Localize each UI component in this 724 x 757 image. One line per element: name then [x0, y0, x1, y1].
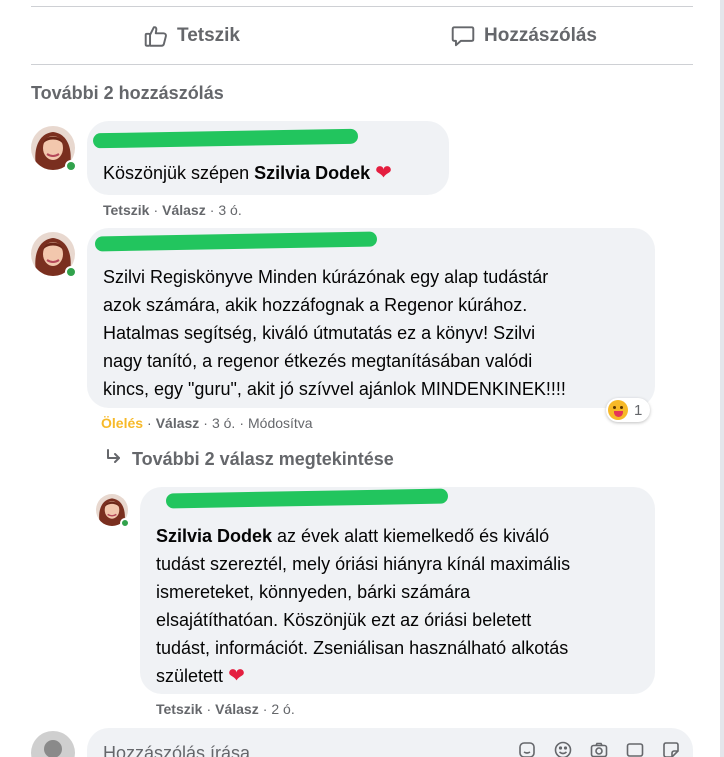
comment-bubble: Köszönjük szépen Szilvia Dodek ❤: [87, 121, 449, 195]
thumbs-up-icon: [143, 23, 169, 49]
like-button[interactable]: Tetszik: [143, 20, 240, 52]
avatar[interactable]: [31, 126, 77, 172]
online-status-dot: [65, 266, 77, 278]
like-label: Tetszik: [177, 25, 241, 46]
comment-text-part: Köszönjük szépen: [103, 163, 255, 183]
heart-icon: ❤: [228, 665, 245, 687]
separator-dot: ·: [206, 701, 212, 717]
comment-bubble: Szilvi Regiskönyve Minden kúrázónak egy …: [87, 228, 655, 408]
timestamp[interactable]: 3 ó.: [218, 202, 241, 218]
separator-dot: ·: [203, 415, 208, 431]
emoji-icon[interactable]: [553, 740, 573, 757]
reply-line: született ❤: [156, 662, 570, 690]
comment-input[interactable]: [103, 738, 483, 757]
separator-dot: ·: [262, 701, 268, 717]
gif-icon[interactable]: [625, 740, 645, 757]
separator-dot: ·: [153, 202, 159, 218]
reply-link[interactable]: Válasz: [215, 701, 259, 717]
composer-tools: [517, 740, 681, 757]
online-status-dot: [65, 160, 77, 172]
reply-text: Szilvia Dodek az évek alatt kiemelkedő é…: [156, 522, 570, 690]
comment-line: azok számára, akik hozzáfognak a Regenor…: [103, 295, 528, 315]
redacted-author-name: [92, 128, 359, 149]
top-divider: [31, 6, 693, 7]
avatar[interactable]: [31, 232, 77, 278]
comment-line: nagy tanító, a regenor étkezés megtanítá…: [103, 351, 533, 371]
actions-divider: [31, 64, 693, 65]
comment-line: Szilvi Regiskönyve Minden kúrázónak egy …: [103, 267, 549, 287]
separator-dot: ·: [209, 202, 215, 218]
reply-line: elsajátíthatóan. Köszönjük ezt az óriási…: [156, 610, 532, 630]
comment-text: Köszönjük szépen Szilvia Dodek ❤: [103, 159, 392, 187]
separator-dot: ·: [147, 415, 152, 431]
avatar-image: [31, 731, 75, 757]
reply-text-part: született: [156, 666, 224, 686]
comment-text: Szilvi Regiskönyve Minden kúrázónak egy …: [103, 263, 566, 403]
comment-button[interactable]: Hozzászólás: [450, 20, 597, 52]
current-user-avatar[interactable]: [31, 731, 75, 757]
comment-meta: Ölelés · Válasz · 3 ó. · Módosítva: [101, 415, 313, 431]
camera-icon[interactable]: [589, 740, 609, 757]
mention-link[interactable]: Szilvia Dodek: [156, 526, 272, 546]
comment-line: Hatalmas segítség, kiváló útmutatás ez a…: [103, 323, 536, 343]
reply-line: tudást, információt. Zseniálisan használ…: [156, 638, 569, 658]
react-link[interactable]: Ölelés: [101, 415, 143, 431]
reply-link[interactable]: Válasz: [156, 415, 200, 431]
react-link[interactable]: Tetszik: [156, 701, 202, 717]
reply-line: ismereteket, könnyeden, bárki számára: [156, 582, 471, 602]
reply-line: tudást szereztél, mely óriási hiányra kí…: [156, 554, 571, 574]
mention-link[interactable]: Szilvia Dodek: [254, 163, 370, 183]
heart-icon: ❤: [375, 162, 392, 184]
redacted-author-name: [165, 488, 449, 509]
edited-label[interactable]: Módosítva: [248, 415, 313, 431]
react-link[interactable]: Tetszik: [103, 202, 149, 218]
care-emoji-icon: [608, 400, 628, 420]
reply-line: Szilvia Dodek az évek alatt kiemelkedő é…: [156, 522, 570, 550]
view-replies-link[interactable]: További 2 válasz megtekintése: [104, 447, 394, 472]
reply-meta: Tetszik · Válasz · 2 ó.: [156, 701, 295, 717]
comment-icon: [450, 23, 476, 49]
comment-composer: [87, 728, 693, 757]
reaction-count-value: 1: [634, 401, 643, 419]
reply-link[interactable]: Válasz: [162, 202, 206, 218]
online-status-dot: [120, 518, 130, 528]
timestamp[interactable]: 3 ó.: [212, 415, 235, 431]
avatar[interactable]: [96, 494, 130, 528]
comment-label: Hozzászólás: [484, 25, 597, 46]
reply-bubble: Szilvia Dodek az évek alatt kiemelkedő é…: [140, 487, 655, 694]
comment-line: kincs, egy "guru", akit jó szívvel ajánl…: [103, 379, 566, 399]
sticker-face-icon[interactable]: [661, 740, 681, 757]
sticker-icon[interactable]: [517, 740, 537, 757]
reply-arrow-icon: [104, 447, 124, 472]
scrollbar-track[interactable]: [720, 0, 724, 757]
reaction-count[interactable]: 1: [606, 398, 651, 422]
more-comments-link[interactable]: További 2 hozzászólás: [31, 83, 224, 104]
reply-text-part: az évek alatt kiemelkedő és kiváló: [272, 526, 550, 546]
view-replies-label: További 2 válasz megtekintése: [132, 449, 394, 469]
timestamp[interactable]: 2 ó.: [271, 701, 294, 717]
redacted-author-name: [94, 231, 378, 252]
separator-dot: ·: [239, 415, 244, 431]
comments-panel: Tetszik Hozzászólás További 2 hozzászólá…: [0, 0, 724, 757]
comment-meta: Tetszik · Válasz · 3 ó.: [103, 202, 242, 218]
